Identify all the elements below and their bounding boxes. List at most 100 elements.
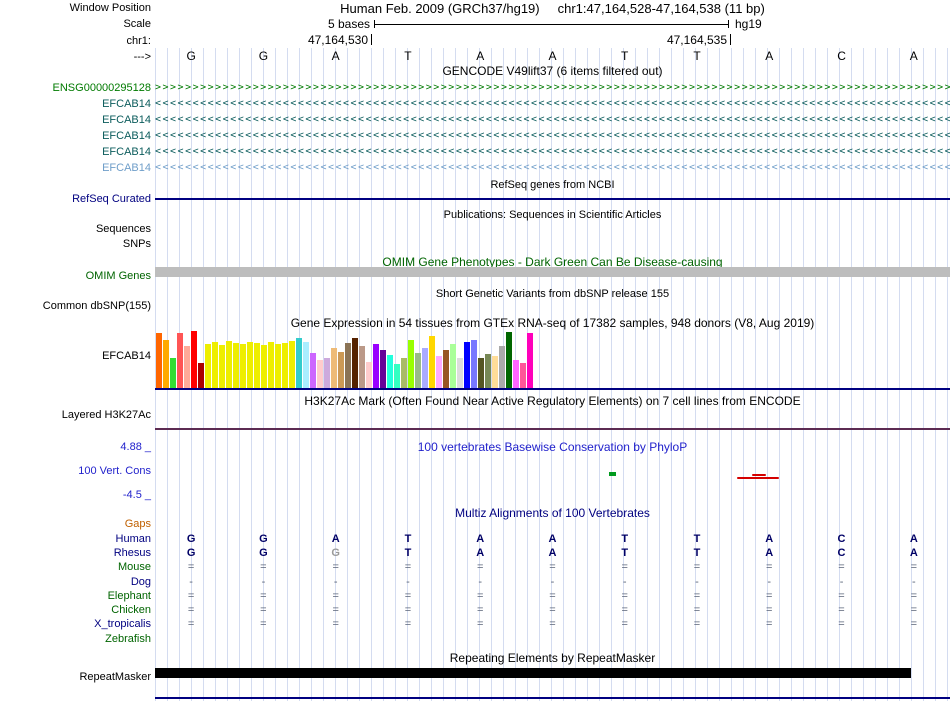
gtex-bar[interactable] (156, 333, 162, 388)
gtex-bar[interactable] (478, 358, 484, 388)
gtex-bar[interactable] (366, 362, 372, 388)
gtex-bar[interactable] (422, 348, 428, 388)
gtex-bar[interactable] (506, 332, 512, 388)
gtex-bar[interactable] (247, 342, 253, 388)
multiz-species-label[interactable]: Rhesus (0, 546, 151, 560)
snps-label[interactable]: SNPs (0, 237, 151, 251)
h3k27ac-signal-line[interactable] (155, 428, 950, 430)
multiz-species-label[interactable]: Mouse (0, 560, 151, 574)
gene-arrow-line[interactable]: <<<<<<<<<<<<<<<<<<<<<<<<<<<<<<<<<<<<<<<<… (155, 98, 950, 111)
gtex-bar[interactable] (226, 341, 232, 388)
gtex-bar[interactable] (338, 352, 344, 388)
gtex-track-title[interactable]: Gene Expression in 54 tissues from GTEx … (155, 316, 950, 330)
gene-arrow-line[interactable]: <<<<<<<<<<<<<<<<<<<<<<<<<<<<<<<<<<<<<<<<… (155, 162, 950, 175)
multiz-alignment-row[interactable]: ----------- (155, 575, 950, 589)
gene-track-label[interactable]: EFCAB14 (0, 145, 151, 159)
gtex-bar[interactable] (289, 341, 295, 388)
gene-track-label[interactable]: EFCAB14 (0, 97, 151, 111)
multiz-alignment-row[interactable]: = = = = = = = = = = = (155, 560, 950, 574)
multiz-species-label[interactable]: Zebrafish (0, 632, 151, 646)
h3k27ac-label[interactable]: Layered H3K27Ac (0, 408, 151, 422)
gtex-bar[interactable] (268, 342, 274, 388)
multiz-alignment-row[interactable]: GGGTAATTACA (155, 546, 950, 560)
gtex-bar[interactable] (471, 340, 477, 388)
multiz-gaps-label[interactable]: Gaps (0, 517, 151, 531)
gtex-bar[interactable] (373, 344, 379, 388)
gtex-bar[interactable] (191, 331, 197, 388)
gene-track-label[interactable]: EFCAB14 (0, 161, 151, 175)
refseq-curated-item[interactable] (155, 198, 950, 200)
gtex-bar[interactable] (457, 358, 463, 388)
gtex-bar[interactable] (527, 333, 533, 388)
gtex-bar[interactable] (275, 344, 281, 388)
gtex-bar[interactable] (450, 344, 456, 388)
multiz-species-label[interactable]: Human (0, 532, 151, 546)
refseq-track-title[interactable]: RefSeq genes from NCBI (155, 178, 950, 192)
gtex-bar[interactable] (184, 346, 190, 388)
repeatmasker-item[interactable] (155, 668, 911, 678)
gtex-bar[interactable] (219, 345, 225, 388)
gene-arrow-line[interactable]: <<<<<<<<<<<<<<<<<<<<<<<<<<<<<<<<<<<<<<<<… (155, 146, 950, 159)
gtex-bar[interactable] (163, 340, 169, 388)
gtex-bar[interactable] (345, 343, 351, 388)
gtex-bar[interactable] (380, 350, 386, 388)
dbsnp-label[interactable]: Common dbSNP(155) (0, 299, 151, 313)
conservation-negative-mark[interactable] (752, 474, 766, 476)
gtex-bar[interactable] (464, 342, 470, 388)
gtex-bar[interactable] (205, 344, 211, 388)
gtex-bar[interactable] (310, 353, 316, 388)
gtex-bar[interactable] (436, 356, 442, 388)
gene-arrow-line[interactable]: <<<<<<<<<<<<<<<<<<<<<<<<<<<<<<<<<<<<<<<<… (155, 130, 950, 143)
gtex-bar[interactable] (429, 336, 435, 388)
multiz-alignment-row[interactable]: = = = = = = = = = = = (155, 617, 950, 631)
multiz-species-label[interactable]: Chicken (0, 603, 151, 617)
conservation-label[interactable]: 100 Vert. Cons (0, 464, 151, 478)
gtex-bar[interactable] (443, 350, 449, 388)
multiz-track-title[interactable]: Multiz Alignments of 100 Vertebrates (155, 506, 950, 520)
gtex-bar[interactable] (303, 342, 309, 388)
gtex-bar[interactable] (198, 363, 204, 388)
gene-track-label[interactable]: EFCAB14 (0, 113, 151, 127)
h3k27ac-track-title[interactable]: H3K27Ac Mark (Often Found Near Active Re… (155, 394, 950, 408)
multiz-alignment-row[interactable]: GGATAATTACA (155, 532, 950, 546)
multiz-species-label[interactable]: Elephant (0, 589, 151, 603)
gtex-bar[interactable] (212, 342, 218, 388)
gtex-bar-chart[interactable] (156, 330, 936, 388)
gtex-bar[interactable] (408, 340, 414, 388)
sequences-label[interactable]: Sequences (0, 222, 151, 236)
gtex-bar[interactable] (394, 364, 400, 388)
gtex-bar[interactable] (177, 333, 183, 388)
gtex-bar[interactable] (513, 360, 519, 388)
gencode-track-title[interactable]: GENCODE V49lift37 (6 items filtered out) (155, 64, 950, 78)
refseq-curated-label[interactable]: RefSeq Curated (0, 192, 151, 206)
conservation-negative-mark[interactable] (737, 477, 779, 479)
gtex-bar[interactable] (499, 346, 505, 388)
gtex-bar[interactable] (233, 343, 239, 388)
gtex-bar[interactable] (359, 346, 365, 388)
conservation-positive-mark[interactable] (609, 472, 616, 476)
omim-gene-item[interactable] (155, 267, 950, 277)
gene-arrow-line[interactable]: >>>>>>>>>>>>>>>>>>>>>>>>>>>>>>>>>>>>>>>>… (155, 82, 950, 95)
gene-track-label[interactable]: EFCAB14 (0, 129, 151, 143)
gene-track-label[interactable]: ENSG00000295128 (0, 81, 151, 95)
conservation-track-title[interactable]: 100 vertebrates Basewise Conservation by… (155, 440, 950, 454)
gtex-bar[interactable] (296, 338, 302, 388)
multiz-alignment-row[interactable]: = = = = = = = = = = = (155, 603, 950, 617)
multiz-species-label[interactable]: X_tropicalis (0, 617, 151, 631)
repeatmasker-label[interactable]: RepeatMasker (0, 670, 151, 684)
gene-arrow-line[interactable]: <<<<<<<<<<<<<<<<<<<<<<<<<<<<<<<<<<<<<<<<… (155, 114, 950, 127)
gtex-bar[interactable] (331, 348, 337, 388)
gtex-bar[interactable] (170, 358, 176, 388)
gtex-bar[interactable] (352, 338, 358, 388)
omim-genes-label[interactable]: OMIM Genes (0, 269, 151, 283)
multiz-alignment-row[interactable] (155, 632, 950, 646)
publications-track-title[interactable]: Publications: Sequences in Scientific Ar… (155, 208, 950, 222)
gtex-bar[interactable] (485, 354, 491, 388)
gtex-bar[interactable] (240, 344, 246, 388)
dbsnp-track-title[interactable]: Short Genetic Variants from dbSNP releas… (155, 287, 950, 301)
repeatmasker-track-title[interactable]: Repeating Elements by RepeatMasker (155, 651, 950, 665)
gtex-bar[interactable] (324, 358, 330, 388)
gtex-bar[interactable] (254, 343, 260, 388)
gtex-bar[interactable] (261, 345, 267, 388)
gtex-bar[interactable] (415, 353, 421, 388)
